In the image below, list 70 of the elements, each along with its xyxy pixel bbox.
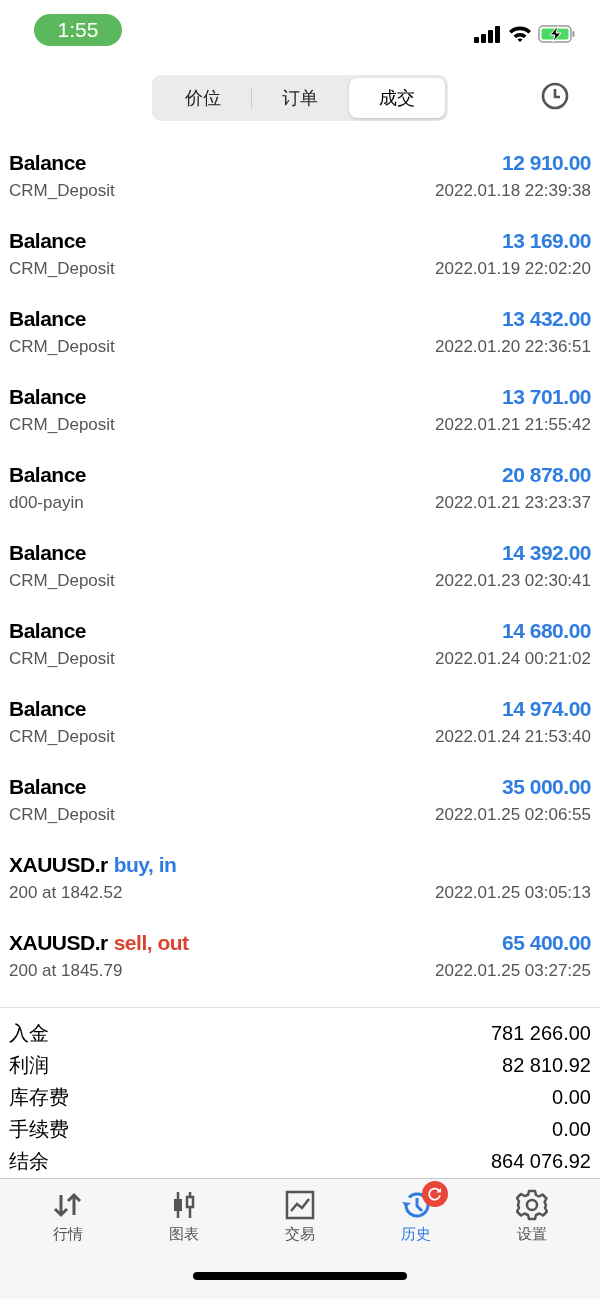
- segment-tab[interactable]: 订单: [252, 78, 348, 119]
- tab-bar-item[interactable]: 历史: [376, 1178, 456, 1244]
- deal-time: 2022.01.20 22:36:51: [435, 336, 591, 357]
- deal-amount: 20 878.00: [502, 462, 591, 487]
- summary-label: 结余: [9, 1149, 49, 1175]
- deal-title: XAUUSD.r: [9, 852, 108, 877]
- line-chart-icon: [284, 1188, 316, 1221]
- deal-title: Balance: [9, 150, 87, 175]
- deal-title: Balance: [9, 774, 87, 799]
- deal-comment: CRM_Deposit: [9, 570, 115, 591]
- deal-amount: 12 910.00: [502, 150, 591, 175]
- deal-comment: d00-payin: [9, 492, 84, 513]
- summary-value: 0.00: [552, 1086, 591, 1110]
- deal-time: 2022.01.24 00:21:02: [435, 648, 591, 669]
- summary-label: 入金: [9, 1021, 49, 1047]
- deal-comment: CRM_Deposit: [9, 258, 115, 279]
- deal-amount: 65 400.00: [502, 930, 591, 955]
- deal-amount: 14 392.00: [502, 540, 591, 565]
- deal-time: 2022.01.25 02:06:55: [435, 804, 591, 825]
- deal-amount: 14 974.00: [502, 696, 591, 721]
- deal-title: Balance: [9, 306, 87, 331]
- deal-time: 2022.01.18 22:39:38: [435, 180, 591, 201]
- deal-amount: 13 169.00: [502, 228, 591, 253]
- summary-label: 库存费: [9, 1085, 69, 1111]
- deal-title: XAUUSD.r: [9, 930, 108, 955]
- deal-comment: CRM_Deposit: [9, 804, 115, 825]
- deal-comment: CRM_Deposit: [9, 336, 115, 357]
- deal-type: sell, out: [113, 930, 189, 955]
- deal-time: 2022.01.19 22:02:20: [435, 258, 591, 279]
- deal-title: Balance: [9, 384, 87, 409]
- deal-title: Balance: [9, 696, 87, 721]
- deal-amount: 35 000.00: [502, 774, 591, 799]
- deal-title: Balance: [9, 228, 87, 253]
- deal-title: Balance: [9, 618, 87, 643]
- deal-title: Balance: [9, 462, 87, 487]
- tab-bar-item[interactable]: 图表: [144, 1178, 224, 1244]
- summary-label: 利润: [9, 1053, 49, 1079]
- deal-comment: CRM_Deposit: [9, 726, 115, 747]
- summary-value: 864 076.92: [490, 1150, 591, 1174]
- deal-comment: CRM_Deposit: [9, 648, 115, 669]
- tab-bar-item[interactable]: 交易: [260, 1178, 340, 1244]
- deal-amount: 13 432.00: [502, 306, 591, 331]
- battery-charging-icon: [538, 24, 576, 44]
- deal-comment: CRM_Deposit: [9, 180, 115, 201]
- summary-value: 82 810.92: [502, 1054, 591, 1078]
- deal-time: 2022.01.24 21:53:40: [435, 726, 591, 747]
- summary-value: 0.00: [552, 1118, 591, 1142]
- segment-tab[interactable]: 价位: [155, 78, 251, 119]
- summary-value: 781 266.00: [490, 1022, 591, 1046]
- status-time: 1:55: [34, 14, 122, 46]
- tab-bar-item[interactable]: 行情: [28, 1178, 108, 1244]
- deal-amount: 13 701.00: [502, 384, 591, 409]
- deal-comment: 200 at 1845.79: [9, 960, 123, 981]
- clock-icon[interactable]: [540, 80, 570, 111]
- deal-time: 2022.01.23 02:30:41: [435, 570, 591, 591]
- settings-icon: [516, 1188, 548, 1221]
- deal-time: 2022.01.25 03:05:13: [435, 882, 591, 903]
- deal-comment: 200 at 1842.52: [9, 882, 123, 903]
- deal-comment: CRM_Deposit: [9, 414, 115, 435]
- summary-label: 手续费: [9, 1117, 69, 1143]
- tab-bar-item[interactable]: 设置: [492, 1178, 572, 1244]
- deal-time: 2022.01.21 21:55:42: [435, 414, 591, 435]
- deal-time: 2022.01.21 23:23:37: [435, 492, 591, 513]
- segment-tab[interactable]: 成交: [349, 78, 445, 119]
- deal-type: buy, in: [113, 852, 177, 877]
- signal-icon: [474, 25, 502, 43]
- wifi-icon: [508, 25, 532, 43]
- deal-amount: 14 680.00: [502, 618, 591, 643]
- deal-time: 2022.01.25 03:27:25: [435, 960, 591, 981]
- deal-title: Balance: [9, 540, 87, 565]
